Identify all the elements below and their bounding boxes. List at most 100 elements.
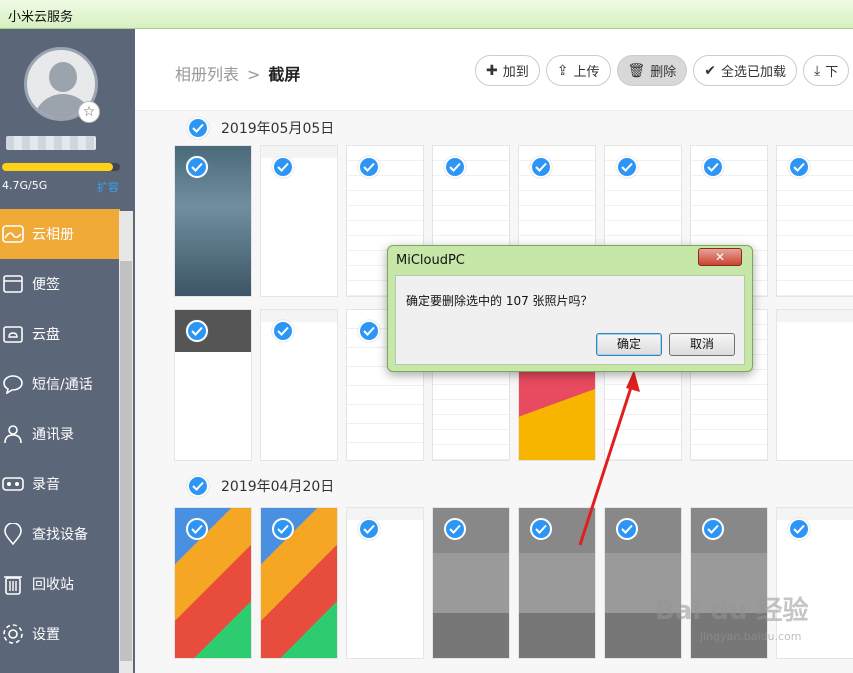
photo-select-checkbox[interactable] bbox=[444, 518, 466, 540]
breadcrumb: 相册列表 > 截屏 bbox=[175, 61, 300, 85]
trash-icon bbox=[2, 573, 24, 595]
sidebar-item-4[interactable]: 通讯录 bbox=[0, 409, 120, 459]
sidebar-scrollbar-thumb[interactable] bbox=[120, 261, 132, 661]
sidebar-item-label: 短信/通话 bbox=[32, 377, 93, 393]
storage-bar bbox=[2, 163, 120, 171]
watermark-logo: Bai du 经验 bbox=[655, 596, 809, 626]
photo-thumbnail[interactable] bbox=[174, 309, 252, 461]
photo-select-checkbox[interactable] bbox=[186, 320, 208, 342]
photo-select-checkbox[interactable] bbox=[616, 156, 638, 178]
photo-select-checkbox[interactable] bbox=[272, 320, 294, 342]
check-icon: ✔ bbox=[704, 62, 717, 79]
confirm-delete-dialog: MiCloudPC ✕ 确定要删除选中的 107 张照片吗？ 确定 取消 bbox=[387, 245, 753, 372]
photo-thumbnail[interactable] bbox=[346, 507, 424, 659]
storage-text: 4.7G/5G bbox=[2, 179, 48, 192]
sidebar-item-label: 设置 bbox=[32, 627, 60, 643]
photo-select-checkbox[interactable] bbox=[358, 156, 380, 178]
storage-bar-fill bbox=[2, 163, 113, 171]
sidebar-item-label: 录音 bbox=[32, 477, 60, 493]
section-select-checkbox[interactable] bbox=[187, 475, 209, 497]
dialog-ok-button[interactable]: 确定 bbox=[596, 333, 662, 356]
sidebar-item-3[interactable]: 短信/通话 bbox=[0, 359, 120, 409]
download-button[interactable]: ⤓ 下 bbox=[803, 55, 850, 86]
trash-icon: 🗑 bbox=[627, 62, 646, 79]
photo-select-checkbox[interactable] bbox=[358, 320, 380, 342]
photo-select-checkbox[interactable] bbox=[444, 156, 466, 178]
photo-thumbnail[interactable] bbox=[518, 507, 596, 659]
expand-storage-link[interactable]: 扩容 bbox=[97, 179, 119, 195]
sidebar-item-label: 通讯录 bbox=[32, 427, 74, 443]
toolbar: ✚ 加到 ⇪ 上传 🗑 删除 ✔ 全选已加载 ⤓ 下 bbox=[475, 55, 853, 86]
photo-thumbnail[interactable] bbox=[432, 507, 510, 659]
sidebar-item-label: 查找设备 bbox=[32, 527, 88, 543]
upload-button[interactable]: ⇪ 上传 bbox=[545, 55, 611, 86]
section-header: 2019年04月20日 bbox=[187, 475, 334, 497]
username-blurred bbox=[6, 136, 96, 150]
window-title: 小米云服务 bbox=[8, 10, 74, 25]
sidebar-item-6[interactable]: 查找设备 bbox=[0, 509, 120, 559]
vip-badge-icon: ☆ bbox=[78, 101, 100, 123]
sidebar-scrollbar[interactable] bbox=[119, 211, 133, 673]
location-icon bbox=[2, 523, 24, 545]
breadcrumb-parent[interactable]: 相册列表 bbox=[175, 65, 239, 84]
photo-select-checkbox[interactable] bbox=[616, 518, 638, 540]
section-header: 2019年05月05日 bbox=[187, 117, 334, 139]
photo-thumbnail[interactable] bbox=[776, 145, 853, 297]
photo-select-checkbox[interactable] bbox=[530, 518, 552, 540]
contacts-icon bbox=[2, 423, 24, 445]
sidebar-item-2[interactable]: 云盘 bbox=[0, 309, 120, 359]
gear-icon bbox=[2, 623, 24, 645]
sidebar-item-0[interactable]: 云相册 bbox=[0, 209, 120, 259]
photo-thumbnail[interactable] bbox=[260, 145, 338, 297]
window-titlebar: 小米云服务 bbox=[0, 0, 853, 29]
dialog-cancel-button[interactable]: 取消 bbox=[669, 333, 735, 356]
photo-select-checkbox[interactable] bbox=[272, 156, 294, 178]
section-select-checkbox[interactable] bbox=[187, 117, 209, 139]
header: 相册列表 > 截屏 ✚ 加到 ⇪ 上传 🗑 删除 ✔ 全选已加载 ⤓ 下 bbox=[135, 29, 853, 111]
message-icon bbox=[2, 373, 24, 395]
photo-thumbnail[interactable] bbox=[604, 507, 682, 659]
select-all-loaded-button[interactable]: ✔ 全选已加载 bbox=[693, 55, 798, 86]
photo-grid: 2019年05月05日 2019年04月20日 bbox=[135, 111, 853, 673]
photo-select-checkbox[interactable] bbox=[272, 518, 294, 540]
sidebar-item-1[interactable]: 便签 bbox=[0, 259, 120, 309]
photo-thumbnail[interactable] bbox=[776, 309, 853, 461]
dialog-message: 确定要删除选中的 107 张照片吗？ bbox=[406, 294, 593, 308]
sidebar-item-label: 云盘 bbox=[32, 327, 60, 343]
sidebar: ☆ 4.7G/5G 扩容 云相册便签云盘短信/通话通讯录录音查找设备回收站设置 bbox=[0, 29, 135, 673]
dialog-close-button[interactable]: ✕ bbox=[698, 248, 742, 266]
dialog-body: 确定要删除选中的 107 张照片吗？ 确定 取消 bbox=[395, 275, 745, 365]
photo-thumbnail[interactable] bbox=[260, 507, 338, 659]
photo-select-checkbox[interactable] bbox=[186, 518, 208, 540]
sidebar-item-7[interactable]: 回收站 bbox=[0, 559, 120, 609]
add-to-button[interactable]: ✚ 加到 bbox=[475, 55, 540, 86]
photo-select-checkbox[interactable] bbox=[702, 518, 724, 540]
sidebar-item-label: 回收站 bbox=[32, 577, 74, 593]
photo-select-checkbox[interactable] bbox=[358, 518, 380, 540]
delete-button[interactable]: 🗑 删除 bbox=[616, 55, 688, 86]
sidebar-item-8[interactable]: 设置 bbox=[0, 609, 120, 659]
breadcrumb-separator: > bbox=[247, 65, 261, 84]
sidebar-nav: 云相册便签云盘短信/通话通讯录录音查找设备回收站设置 bbox=[0, 209, 120, 659]
photo-select-checkbox[interactable] bbox=[702, 156, 724, 178]
recorder-icon bbox=[2, 473, 24, 495]
note-icon bbox=[2, 273, 24, 295]
photo-thumbnail[interactable] bbox=[260, 309, 338, 461]
photo-select-checkbox[interactable] bbox=[186, 156, 208, 178]
watermark-url: jingyan.baidu.com bbox=[700, 630, 802, 643]
sidebar-item-5[interactable]: 录音 bbox=[0, 459, 120, 509]
sidebar-item-label: 便签 bbox=[32, 277, 60, 293]
photo-thumbnail[interactable] bbox=[174, 507, 252, 659]
photo-select-checkbox[interactable] bbox=[788, 518, 810, 540]
sidebar-item-label: 云相册 bbox=[32, 227, 74, 243]
photo-thumbnail[interactable] bbox=[174, 145, 252, 297]
download-icon: ⤓ bbox=[814, 62, 821, 79]
upload-icon: ⇪ bbox=[556, 62, 569, 79]
dialog-title: MiCloudPC bbox=[396, 253, 465, 268]
section-date: 2019年05月05日 bbox=[221, 121, 335, 137]
photo-select-checkbox[interactable] bbox=[530, 156, 552, 178]
cloud-drive-icon bbox=[2, 323, 24, 345]
photo-icon bbox=[2, 223, 24, 245]
section-date: 2019年04月20日 bbox=[221, 479, 335, 495]
photo-select-checkbox[interactable] bbox=[788, 156, 810, 178]
